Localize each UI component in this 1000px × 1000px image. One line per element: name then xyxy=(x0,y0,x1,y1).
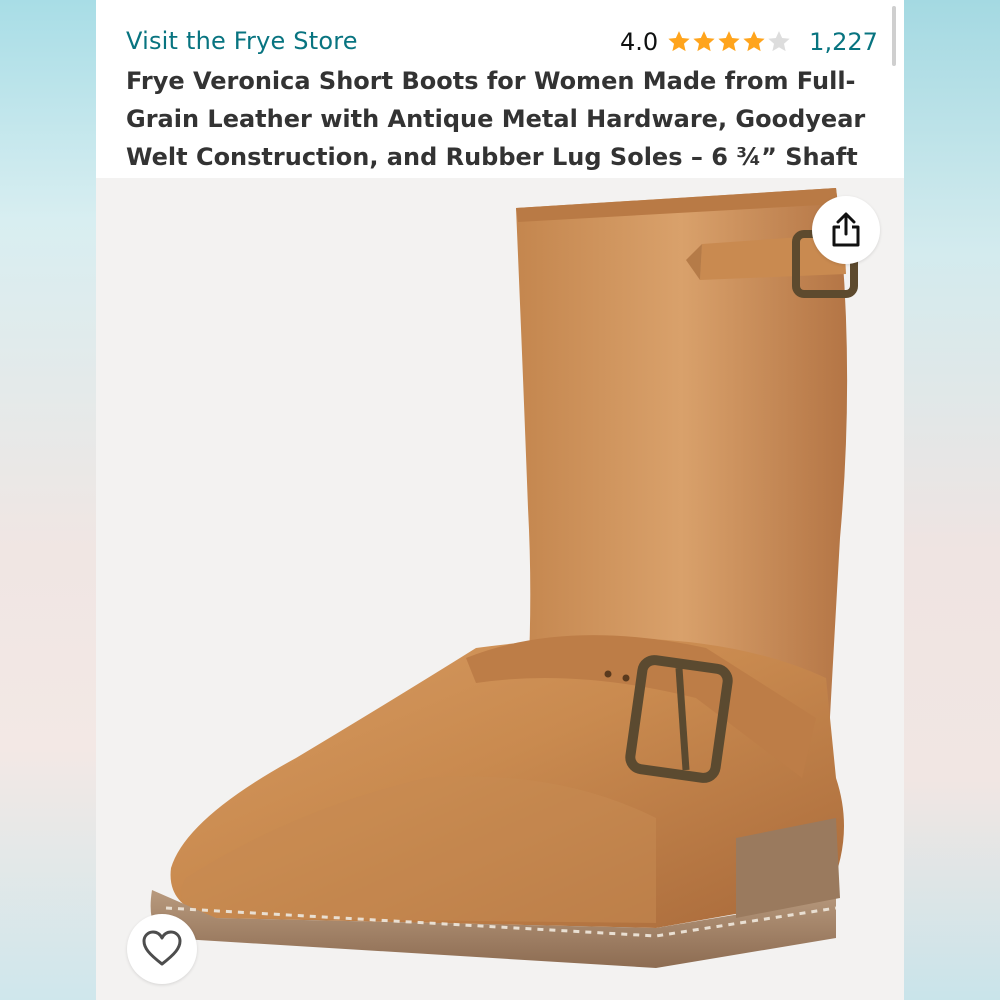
star-empty-icon xyxy=(768,31,790,52)
star-full-icon xyxy=(693,31,715,52)
favorite-button[interactable] xyxy=(127,914,197,984)
background-right-gradient xyxy=(904,0,1000,1000)
star-full-icon xyxy=(743,31,765,52)
share-button[interactable] xyxy=(812,196,880,264)
star-rating xyxy=(666,29,791,55)
product-image[interactable] xyxy=(96,178,904,1000)
rating-value: 4.0 xyxy=(620,28,659,56)
store-link[interactable]: Visit the Frye Store xyxy=(126,27,358,55)
heart-outline-icon xyxy=(142,930,182,966)
review-count[interactable]: 1,227 xyxy=(809,28,878,56)
boot-image xyxy=(150,188,858,968)
star-full-icon xyxy=(668,31,690,52)
product-panel: Visit the Frye Store 4.0 1,227 Frye Vero… xyxy=(96,0,904,1000)
rating-summary[interactable]: 4.0 1,227 xyxy=(620,27,878,57)
scrollbar[interactable] xyxy=(892,6,896,66)
star-full-icon xyxy=(718,31,740,52)
product-header: Visit the Frye Store 4.0 1,227 Frye Vero… xyxy=(96,0,904,209)
share-icon xyxy=(832,212,860,247)
background-left-gradient xyxy=(0,0,96,1000)
